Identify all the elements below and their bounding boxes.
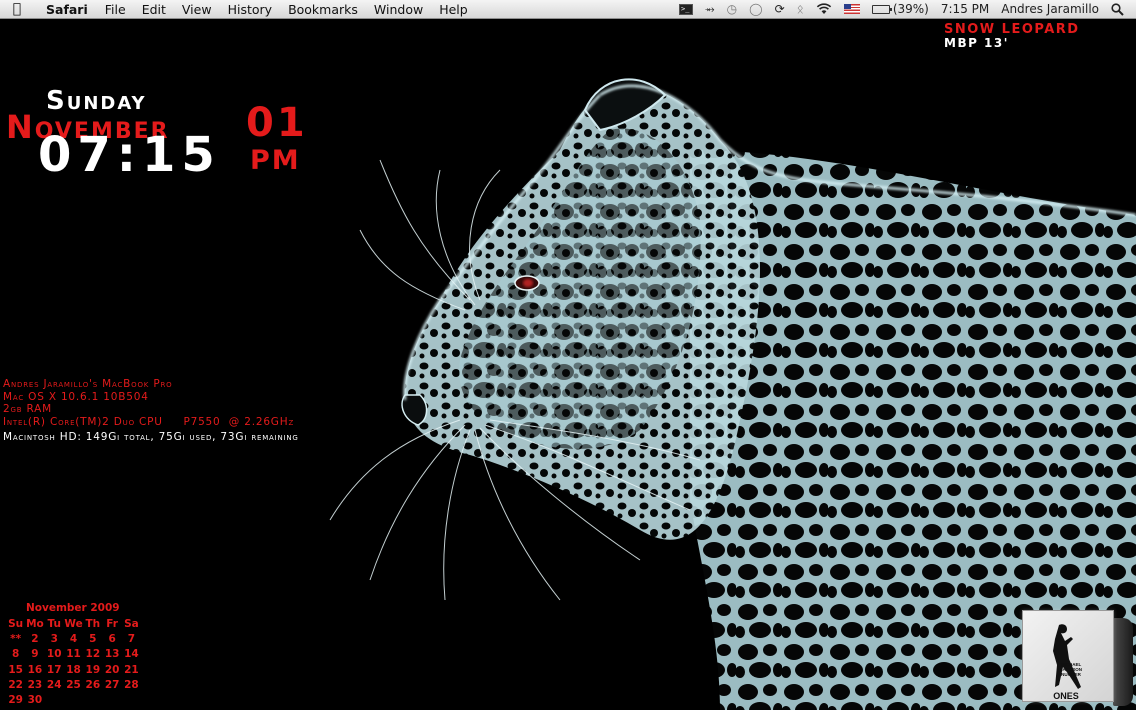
menu-window[interactable]: Window [366, 2, 431, 17]
battery-percent: (39%) [892, 2, 929, 16]
calendar-day: 28 [124, 678, 139, 691]
calendar-day: 15 [8, 663, 23, 676]
user-name[interactable]: Andres Jaramillo [995, 2, 1105, 16]
calendar-weekday: Mo [26, 618, 44, 630]
calendar-day: 19 [85, 663, 101, 676]
time-machine-icon[interactable]: ◷ [721, 2, 743, 16]
calendar-week-row: 8 9 10 11 12 13 14 [6, 648, 141, 663]
clock-time: 07:15 [38, 127, 221, 183]
os-name-label: SNOW LEOPARD [944, 22, 1080, 37]
calendar-day: 11 [66, 648, 81, 661]
menu-help[interactable]: Help [431, 2, 476, 17]
machine-name-label: MBP 13' [944, 36, 1009, 50]
calendar-day: 27 [104, 678, 120, 691]
calendar-day: 26 [85, 678, 101, 691]
menu-edit[interactable]: Edit [134, 2, 174, 17]
calendar-day: 25 [66, 678, 81, 691]
menubar-clock[interactable]: 7:15 PM [935, 2, 995, 16]
calendar-day: 16 [27, 663, 43, 676]
us-flag-icon[interactable] [838, 4, 866, 14]
calendar-day: 22 [8, 678, 23, 691]
album-artwork[interactable] [1022, 610, 1114, 702]
calendar-weekday: Su [8, 618, 24, 630]
leopard-wallpaper [329, 78, 1136, 710]
system-info-widget: Andres Jaramillo's MacBook Pro Mac OS X … [3, 378, 299, 444]
calendar-day: 24 [46, 678, 62, 691]
menu-view[interactable]: View [174, 2, 220, 17]
calendar-week-row: ** 2 3 4 5 6 7 [6, 633, 141, 648]
clock-ampm: PM [250, 145, 301, 176]
calendar-week-row: 29 30 [6, 694, 141, 709]
sysinfo-ram: 2gb RAM [3, 403, 52, 415]
app-menu-safari[interactable]: Safari [34, 2, 97, 17]
calendar-day: 10 [46, 648, 62, 661]
calendar-day: 14 [124, 648, 139, 661]
sysinfo-disk: Macintosh HD: 149Gi total, 75Gi used, 73… [3, 431, 299, 443]
dancer-silhouette-icon [1053, 624, 1081, 689]
calendar-day: 12 [85, 648, 101, 661]
status-area: >_ ⥇ ◷ ◯ ⟳ ᛟ (39%) 7:15 PM Andres Jarami… [673, 0, 1136, 19]
calendar-day: 3 [50, 633, 58, 646]
calendar-week-row: 22 23 24 25 26 27 28 [6, 679, 141, 694]
calendar-day: 23 [27, 678, 43, 691]
calendar-weekday: Th [85, 618, 101, 630]
album-ones-label: ONES [1053, 691, 1079, 701]
calendar-weekday: We [64, 618, 83, 630]
bluetooth-icon[interactable]: ᛟ [791, 2, 810, 16]
album-artist-title: MICHAEL JACKSON NUMBER [1059, 662, 1082, 677]
sysinfo-os-version: Mac OS X 10.6.1 10B504 [3, 390, 149, 403]
butterfly-icon[interactable]: ⥇ [699, 2, 721, 17]
sysinfo-cpu: Intel(R) Core(TM)2 Duo CPU P7550 @ 2.26G… [3, 415, 295, 428]
calendar-day: 6 [108, 633, 116, 646]
calendar-day: 30 [27, 693, 43, 706]
calendar-day: 17 [46, 663, 62, 676]
battery-icon [871, 4, 892, 14]
calendar-grid: Su Mo Tu We Th Fr Sa ** 2 3 4 5 6 7 8 9 10 11 12 13 14 15 16 17… [6, 618, 141, 709]
calendar-day: ** [10, 633, 22, 646]
calendar-weekday-row: Su Mo Tu We Th Fr Sa [6, 618, 141, 633]
calendar-day: 7 [127, 633, 136, 646]
calendar-day: 8 [11, 648, 20, 661]
wifi-icon[interactable] [810, 3, 838, 15]
apple-icon[interactable]:  [0, 1, 34, 17]
menu-file[interactable]: File [97, 2, 134, 17]
menu-bar:  Safari File Edit View History Bookmark… [0, 0, 1136, 19]
calendar-day: 9 [31, 648, 39, 661]
menu-history[interactable]: History [220, 2, 280, 17]
sync-icon[interactable]: ⟳ [769, 2, 791, 16]
calendar-day [64, 694, 83, 709]
calendar-day [122, 694, 141, 709]
calendar-day: 21 [124, 663, 139, 676]
calendar-weekday: Sa [124, 618, 139, 630]
calendar-day: 20 [104, 663, 120, 676]
calendar-day: 2 [31, 633, 39, 646]
calendar-day: 18 [66, 663, 81, 676]
spotlight-icon[interactable] [1105, 2, 1136, 16]
calendar-day: 5 [89, 633, 97, 646]
calendar-day: 4 [69, 633, 78, 646]
battery-status[interactable]: (39%) [866, 2, 935, 16]
sysinfo-owner: Andres Jaramillo's MacBook Pro [3, 378, 173, 390]
calendar-weekday: Tu [47, 618, 61, 630]
calendar-day: 29 [8, 693, 23, 706]
chat-icon[interactable]: ◯ [743, 2, 768, 16]
clock-date: 01 [246, 100, 308, 146]
calendar-weekday: Fr [106, 618, 118, 630]
calendar-week-row: 15 16 17 18 19 20 21 [6, 664, 141, 679]
album-case [1113, 618, 1133, 706]
calendar-title: November 2009 [26, 602, 120, 614]
calendar-day: 13 [104, 648, 120, 661]
calendar-day [102, 694, 121, 709]
calendar-day [83, 694, 102, 709]
menu-bookmarks[interactable]: Bookmarks [280, 2, 366, 17]
calendar-day [45, 694, 64, 709]
terminal-icon[interactable]: >_ [673, 3, 699, 15]
